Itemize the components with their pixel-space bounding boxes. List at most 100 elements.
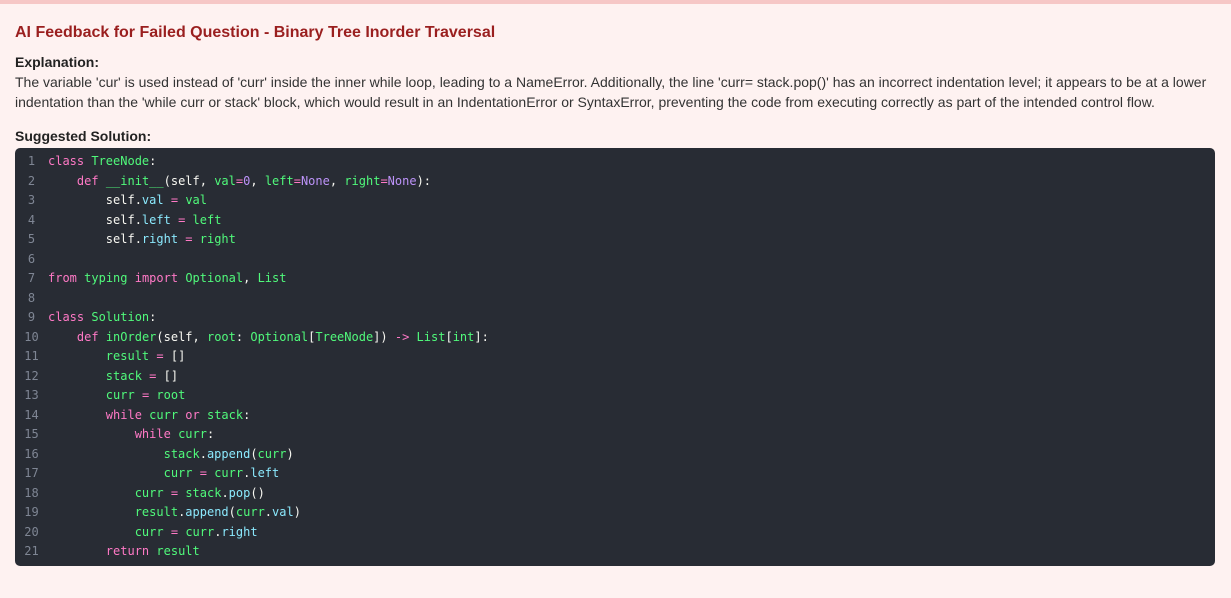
code-text: while curr: [48, 425, 215, 445]
code-token: : [206, 427, 215, 441]
code-token: curr [178, 427, 207, 441]
line-number: 4 [27, 212, 36, 227]
code-token: root [156, 388, 186, 402]
code-token: right [199, 232, 236, 246]
line-number: 11 [24, 349, 39, 363]
line-number: 1 [27, 154, 36, 168]
code-text: def __init__(self, val=0, left=None, rig… [48, 172, 431, 192]
code-line: 14 while curr or stack: [15, 406, 1215, 426]
code-line: 10 def inOrder(self, root: Optional [Tree… [15, 328, 1215, 348]
code-token: inOrder [105, 329, 157, 344]
code-token: stack [206, 407, 244, 422]
code-token: () [250, 485, 265, 500]
code-text: result.append(curr.val) [48, 503, 301, 523]
code-text: class Solution: [48, 308, 156, 328]
code-token: curr [105, 388, 135, 402]
code-token: curr [134, 485, 164, 500]
code-token: . [264, 505, 273, 519]
code-token: [] [163, 349, 186, 363]
code-line: 17 curr = curr.left [15, 464, 1215, 484]
code-token: , [250, 173, 265, 188]
code-token: self. [48, 232, 142, 246]
line-number: 6 [27, 251, 36, 266]
ai-feedback-panel: AI Feedback for Failed Question - Binary… [0, 0, 1231, 598]
line-number: 5 [27, 232, 36, 246]
code-block[interactable]: 1 class TreeNode: 2 def __init__(self, val… [15, 148, 1215, 566]
code-token: (self, [163, 173, 215, 188]
code-token: : [149, 154, 157, 168]
line-number: 12 [24, 368, 39, 383]
code-text: while curr or stack: [48, 406, 251, 426]
code-token: Optional [250, 329, 309, 344]
code-line: 21 return result [15, 542, 1215, 562]
code-token: : [149, 310, 157, 324]
code-line: 20 curr = curr.right [15, 523, 1215, 543]
code-token: ]) [373, 329, 395, 344]
code-text: curr = stack.pop() [48, 484, 265, 504]
code-token: int [452, 329, 475, 344]
code-token: ): [416, 173, 432, 188]
code-token: right [141, 232, 179, 246]
code-token: -> [394, 329, 410, 344]
line-number: 18 [24, 485, 39, 500]
code-token: val [214, 173, 236, 188]
code-token: . [199, 446, 207, 461]
code-token: . [221, 485, 229, 500]
code-token: from [48, 271, 77, 285]
code-token: class [48, 310, 85, 324]
code-token: : [243, 407, 251, 422]
explanation-text: The variable 'cur' is used instead of 'c… [15, 74, 1207, 110]
code-token: val [141, 193, 164, 207]
code-token: stack [105, 368, 142, 383]
code-line: 3 self.val = val [15, 191, 1215, 211]
code-line: 18 curr = stack.pop() [15, 484, 1215, 504]
code-token: or [185, 407, 200, 422]
code-line: 6 [15, 250, 1215, 270]
code-text: curr = root [48, 386, 186, 406]
line-number: 14 [24, 407, 39, 422]
code-token: stack [185, 485, 222, 500]
code-token: val [272, 505, 294, 519]
code-token: typing [84, 271, 128, 285]
code-line: 7 from typing import Optional, List [15, 269, 1215, 289]
code-token: curr [134, 524, 164, 539]
code-line: 2 def __init__(self, val=0, left=None, r… [15, 172, 1215, 192]
line-number: 19 [24, 505, 39, 519]
code-token: stack [163, 446, 200, 461]
code-line: 4 self.left = left [15, 211, 1215, 231]
line-number: 17 [24, 466, 39, 480]
code-token: while [134, 427, 171, 441]
line-number: 15 [24, 427, 39, 441]
code-text: def inOrder(self, root: Optional [TreeNod… [48, 328, 489, 348]
code-token: left [192, 212, 222, 227]
code-token: curr [149, 407, 179, 422]
code-token: left [264, 173, 294, 188]
code-text: curr = curr.right [48, 523, 258, 543]
line-number: 8 [27, 290, 36, 305]
code-token: pop [228, 485, 251, 500]
code-token: ) [293, 505, 301, 519]
code-token: result [134, 505, 179, 519]
code-token: None [300, 173, 330, 188]
code-token: def [76, 173, 99, 188]
code-token: __init__ [105, 173, 164, 188]
code-token: left [141, 212, 171, 227]
line-number: 3 [27, 193, 36, 207]
code-token: return [105, 544, 150, 558]
code-token: root [206, 329, 236, 344]
code-token: = [170, 485, 179, 500]
code-line: 19 result.append(curr.val) [15, 503, 1215, 523]
